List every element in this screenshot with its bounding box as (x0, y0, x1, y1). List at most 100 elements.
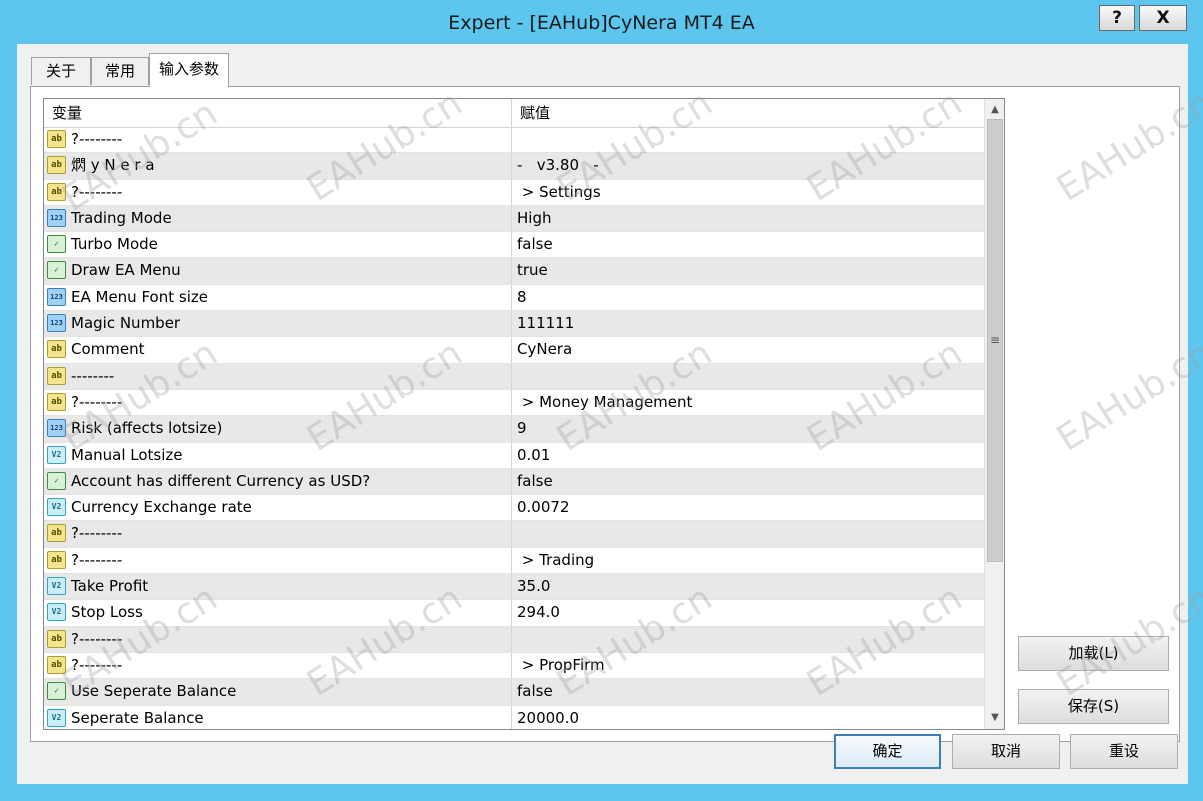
variable-cell[interactable]: ab ?-------- (44, 521, 512, 547)
table-row[interactable]: ✓ Use Seperate Balance false (44, 679, 984, 706)
variable-cell[interactable]: ab ?-------- (44, 179, 512, 205)
variable-cell[interactable]: ab -------- (44, 363, 512, 389)
variable-cell[interactable]: ab ?-------- (44, 652, 512, 679)
value-cell[interactable]: 0.01 (512, 443, 984, 468)
variable-name: ?-------- (71, 130, 123, 148)
scroll-up-icon[interactable]: ▲ (986, 101, 1004, 119)
table-row[interactable]: ab ?-------- > Trading (44, 547, 984, 575)
variable-cell[interactable]: ✓ Draw EA Menu (44, 258, 512, 284)
table-row[interactable]: V2 Currency Exchange rate 0.0072 (44, 495, 984, 522)
boolean-type-icon: ✓ (47, 471, 66, 490)
value-cell[interactable]: 111111 (512, 311, 984, 336)
table-row[interactable]: 123 EA Menu Font size 8 (44, 284, 984, 312)
value-cell[interactable]: false (512, 469, 984, 494)
value-cell[interactable]: > Settings (512, 180, 984, 205)
column-header-value[interactable]: 赋值 (512, 99, 984, 127)
table-row[interactable]: 123 Risk (affects lotsize) 9 (44, 416, 984, 443)
variable-name: Use Seperate Balance (71, 682, 237, 701)
value-cell[interactable]: 294.0 (512, 600, 984, 625)
string-type-icon: ab (47, 130, 66, 148)
value-cell[interactable]: High (512, 206, 984, 231)
value-cell[interactable]: > Money Management (512, 390, 984, 415)
variable-cell[interactable]: V2 Seperate Balance (44, 705, 512, 729)
value-cell[interactable]: 0.0072 (512, 495, 984, 520)
value-cell[interactable]: false (512, 679, 984, 704)
boolean-type-icon: ✓ (47, 235, 66, 254)
tab-inputs[interactable]: 输入参数 (149, 53, 229, 87)
variable-cell[interactable]: ab 熌 y N e r a (44, 153, 512, 179)
value-cell[interactable]: 8 (512, 285, 984, 310)
reset-button[interactable]: 重设 (1070, 734, 1178, 769)
variable-cell[interactable]: V2 Manual Lotsize (44, 442, 512, 468)
title-bar[interactable]: Expert - [EAHub]CyNera MT4 EA ? X (0, 0, 1203, 44)
variable-cell[interactable]: ab ?-------- (44, 626, 512, 652)
value-cell[interactable]: - v3.80 - (512, 153, 984, 178)
variable-cell[interactable]: ab ?-------- (44, 547, 512, 574)
scrollbar-thumb[interactable]: ≡ (987, 119, 1003, 562)
window-title: Expert - [EAHub]CyNera MT4 EA (448, 12, 755, 34)
value-cell[interactable] (512, 127, 984, 152)
help-button[interactable]: ? (1099, 5, 1135, 31)
variable-name: Currency Exchange rate (71, 498, 252, 517)
vertical-scrollbar[interactable]: ▲ ≡ ▼ (984, 99, 1004, 729)
value-cell[interactable] (512, 521, 984, 546)
variable-cell[interactable]: ab Comment (44, 337, 512, 363)
variable-cell[interactable]: ✓ Turbo Mode (44, 232, 512, 258)
variable-cell[interactable]: ✓ Use Seperate Balance (44, 679, 512, 705)
value-cell[interactable]: true (512, 258, 984, 283)
value-cell[interactable]: > Trading (512, 548, 984, 573)
table-row[interactable]: V2 Stop Loss 294.0 (44, 600, 984, 627)
tab-common[interactable]: 常用 (91, 57, 149, 85)
table-row[interactable]: V2 Take Profit 35.0 (44, 574, 984, 601)
table-row[interactable]: ab 熌 y N e r a - v3.80 - (44, 153, 984, 180)
table-row[interactable]: ab ?-------- (44, 626, 984, 653)
cancel-button[interactable]: 取消 (952, 734, 1060, 769)
variable-name: Risk (affects lotsize) (71, 419, 223, 438)
table-row[interactable]: ✓ Draw EA Menu true (44, 258, 984, 285)
table-row[interactable]: 123 Magic Number 111111 (44, 311, 984, 338)
variable-cell[interactable]: ✓ Account has different Currency as USD? (44, 468, 512, 495)
save-button[interactable]: 保存(S) (1018, 689, 1169, 724)
scroll-down-icon[interactable]: ▼ (986, 709, 1004, 727)
table-row[interactable]: ab ?-------- > Settings (44, 179, 984, 206)
variable-name: Comment (71, 340, 145, 359)
table-row[interactable]: ✓ Account has different Currency as USD? f… (44, 468, 984, 496)
value-cell[interactable]: 9 (512, 416, 984, 441)
variable-cell[interactable]: 123 Magic Number (44, 311, 512, 337)
table-row[interactable]: ab ?-------- > Money Management (44, 389, 984, 417)
value-cell[interactable]: 20000.0 (512, 706, 984, 729)
variable-cell[interactable]: 123 Trading Mode (44, 205, 512, 232)
ok-button[interactable]: 确定 (834, 734, 941, 769)
table-row[interactable]: V2 Manual Lotsize 0.01 (44, 442, 984, 469)
table-row[interactable]: ab ?-------- (44, 127, 984, 154)
value-cell[interactable]: CyNera (512, 337, 984, 362)
variable-cell[interactable]: ab ?-------- (44, 127, 512, 153)
variable-cell[interactable]: ab ?-------- (44, 389, 512, 416)
close-button[interactable]: X (1139, 5, 1187, 31)
variable-cell[interactable]: V2 Currency Exchange rate (44, 495, 512, 521)
variable-cell[interactable]: V2 Take Profit (44, 574, 512, 600)
table-row[interactable]: V2 Seperate Balance 20000.0 (44, 705, 984, 729)
value-cell[interactable]: false (512, 232, 984, 257)
integer-type-icon: 123 (47, 287, 66, 306)
variable-cell[interactable]: 123 Risk (affects lotsize) (44, 416, 512, 442)
table-row[interactable]: ab ?-------- (44, 521, 984, 548)
variable-name: Seperate Balance (71, 708, 204, 727)
value-cell[interactable]: 35.0 (512, 574, 984, 599)
tab-about[interactable]: 关于 (31, 57, 91, 85)
table-row[interactable]: ab Comment CyNera (44, 337, 984, 364)
load-button[interactable]: 加载(L) (1018, 636, 1169, 671)
variable-cell[interactable]: 123 EA Menu Font size (44, 284, 512, 311)
value-cell[interactable]: > PropFirm (512, 653, 984, 678)
value-cell[interactable] (512, 364, 984, 389)
variable-cell[interactable]: V2 Stop Loss (44, 600, 512, 626)
integer-type-icon: 123 (47, 314, 66, 333)
table-row[interactable]: ✓ Turbo Mode false (44, 232, 984, 259)
table-row[interactable]: ab -------- (44, 363, 984, 390)
table-row[interactable]: 123 Trading Mode High (44, 205, 984, 233)
variable-name: Draw EA Menu (71, 261, 181, 280)
table-row[interactable]: ab ?-------- > PropFirm (44, 652, 984, 680)
value-cell[interactable] (512, 627, 984, 652)
column-header-variable[interactable]: 变量 (44, 99, 512, 127)
integer-type-icon: 123 (47, 208, 66, 227)
